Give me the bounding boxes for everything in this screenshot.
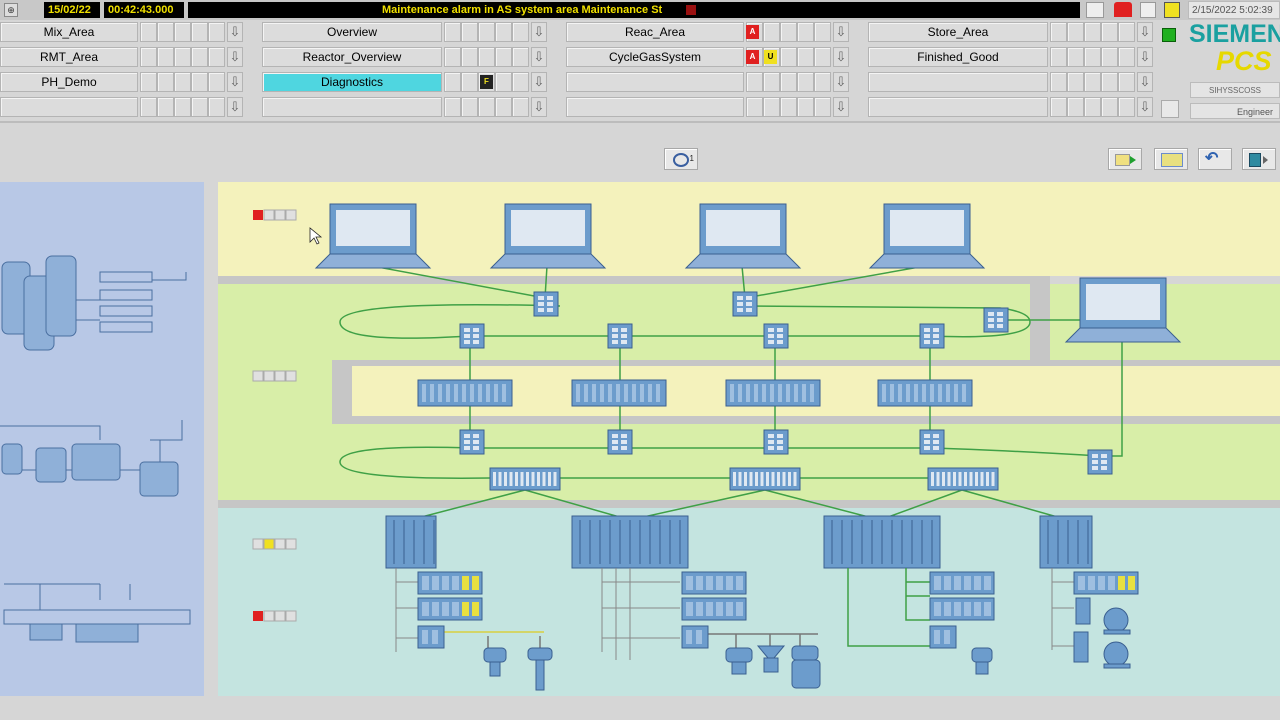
servers	[417, 379, 973, 407]
server-unit[interactable]	[877, 379, 973, 407]
io-module[interactable]	[417, 571, 483, 595]
os-status-indicators[interactable]	[253, 209, 297, 221]
field-instruments	[483, 597, 1131, 691]
io-module[interactable]	[929, 571, 995, 595]
automation-system[interactable]	[571, 515, 689, 569]
interface-module[interactable]	[929, 625, 957, 649]
bus-module[interactable]	[729, 467, 801, 491]
plant-thumbnail-mixing[interactable]	[1, 255, 187, 351]
io-module[interactable]	[929, 597, 995, 621]
network-switch[interactable]	[607, 323, 633, 349]
field-bus-green	[847, 568, 930, 647]
operator-station-pc[interactable]	[1064, 277, 1182, 343]
bus-module[interactable]	[489, 467, 561, 491]
as-status-indicators[interactable]	[252, 538, 297, 550]
automation-system[interactable]	[1039, 515, 1093, 569]
operator-station-pc[interactable]	[314, 203, 432, 269]
interface-module[interactable]	[417, 625, 445, 649]
network-topology	[0, 203, 1182, 691]
automation-system[interactable]	[823, 515, 941, 569]
field-status-indicators[interactable]	[253, 610, 297, 622]
network-switch[interactable]	[1087, 449, 1113, 475]
network-switch[interactable]	[919, 429, 945, 455]
operator-station-pc[interactable]	[868, 203, 986, 269]
operator-station-pc[interactable]	[684, 203, 802, 269]
bus-module[interactable]	[927, 467, 999, 491]
network-switch[interactable]	[763, 429, 789, 455]
io-modules	[417, 571, 1139, 649]
mouse-cursor	[309, 227, 323, 245]
network-switch[interactable]	[763, 323, 789, 349]
bus-modules	[489, 467, 999, 491]
io-module[interactable]	[681, 597, 747, 621]
operator-stations	[314, 203, 1182, 343]
server-unit[interactable]	[571, 379, 667, 407]
server-status-indicators[interactable]	[252, 370, 297, 382]
automation-system[interactable]	[385, 515, 437, 569]
io-module[interactable]	[417, 597, 483, 621]
server-unit[interactable]	[417, 379, 513, 407]
network-switch[interactable]	[459, 323, 485, 349]
io-module[interactable]	[681, 571, 747, 595]
network-switch[interactable]	[919, 323, 945, 349]
network-switch[interactable]	[732, 291, 758, 317]
plant-thumbnail-reactor[interactable]	[0, 420, 183, 497]
network-switch[interactable]	[533, 291, 559, 317]
io-module[interactable]	[1073, 571, 1139, 595]
interface-module[interactable]	[681, 625, 709, 649]
server-unit[interactable]	[725, 379, 821, 407]
network-switch[interactable]	[983, 307, 1009, 333]
automation-systems	[385, 515, 1093, 569]
network-switch[interactable]	[459, 429, 485, 455]
network-switch[interactable]	[607, 429, 633, 455]
plant-thumbnail-storage[interactable]	[3, 583, 191, 643]
operator-station-pc[interactable]	[489, 203, 607, 269]
